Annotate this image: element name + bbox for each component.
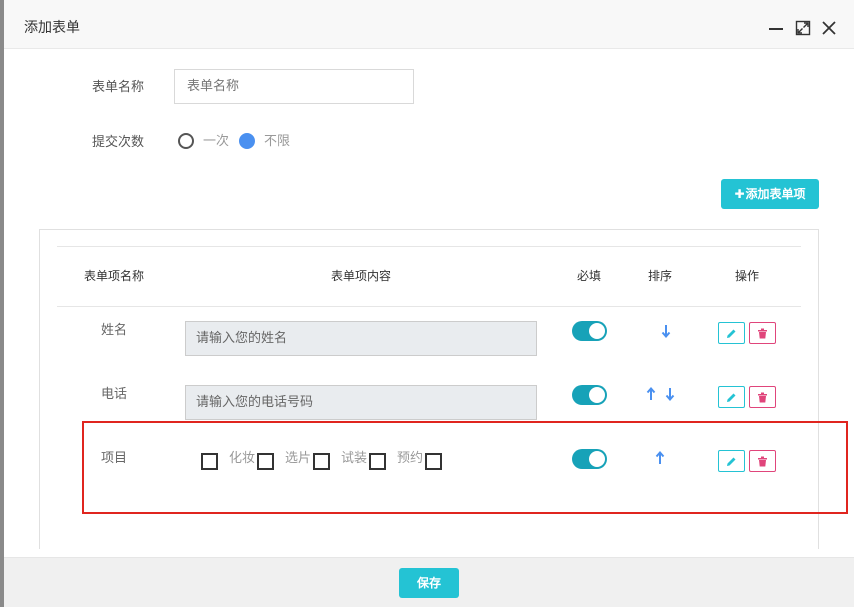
dialog-header: 添加表单 [4, 0, 854, 49]
add-form-dialog: 添加表单 表单名称 提交次数 一次 不限 ✚添加表单项 表单项名称 表单项内容 … [4, 0, 854, 607]
arrow-down-icon[interactable] [661, 324, 671, 338]
maximize-icon[interactable] [795, 20, 811, 36]
save-button[interactable]: 保存 [399, 568, 459, 598]
close-icon[interactable] [821, 20, 837, 36]
phone-field[interactable]: 请输入您的电话号码 [185, 385, 537, 420]
arrow-up-icon[interactable] [646, 387, 656, 401]
submit-count-label: 提交次数 [92, 135, 145, 150]
dialog-footer: 保存 [4, 557, 854, 607]
name-field[interactable]: 请输入您的姓名 [185, 321, 537, 356]
add-form-item-label: 添加表单项 [745, 187, 806, 201]
row-phone-label: 电话 [100, 387, 127, 402]
radio-once[interactable] [178, 133, 194, 149]
header-required: 必填 [576, 269, 601, 283]
form-name-input[interactable] [174, 69, 414, 104]
delete-button[interactable] [749, 386, 776, 408]
row-name-label: 姓名 [100, 323, 127, 338]
required-toggle-phone[interactable] [572, 385, 607, 405]
edit-button[interactable] [718, 386, 745, 408]
header-action: 操作 [734, 269, 759, 283]
header-item-content: 表单项内容 [330, 269, 391, 283]
arrow-down-icon[interactable] [665, 387, 675, 401]
add-form-item-button[interactable]: ✚添加表单项 [721, 179, 819, 209]
pencil-icon [727, 329, 736, 338]
table-header-divider [57, 306, 801, 307]
dialog-title: 添加表单 [24, 20, 80, 36]
toggle-knob [589, 323, 605, 339]
header-sort: 排序 [647, 269, 672, 283]
highlight-box [82, 421, 848, 514]
plus-icon: ✚ [734, 187, 745, 201]
form-name-label: 表单名称 [92, 80, 145, 95]
table-top-divider [57, 246, 801, 247]
radio-unlimited[interactable] [239, 133, 255, 149]
minimize-icon[interactable] [768, 20, 784, 36]
delete-button[interactable] [749, 322, 776, 344]
required-toggle-name[interactable] [572, 321, 607, 341]
trash-icon [758, 392, 767, 403]
pencil-icon [727, 393, 736, 402]
trash-icon [758, 328, 767, 339]
toggle-knob [589, 387, 605, 403]
header-item-name: 表单项名称 [83, 269, 144, 283]
radio-unlimited-label: 不限 [264, 134, 291, 149]
edit-button[interactable] [718, 322, 745, 344]
radio-once-label: 一次 [203, 134, 230, 149]
